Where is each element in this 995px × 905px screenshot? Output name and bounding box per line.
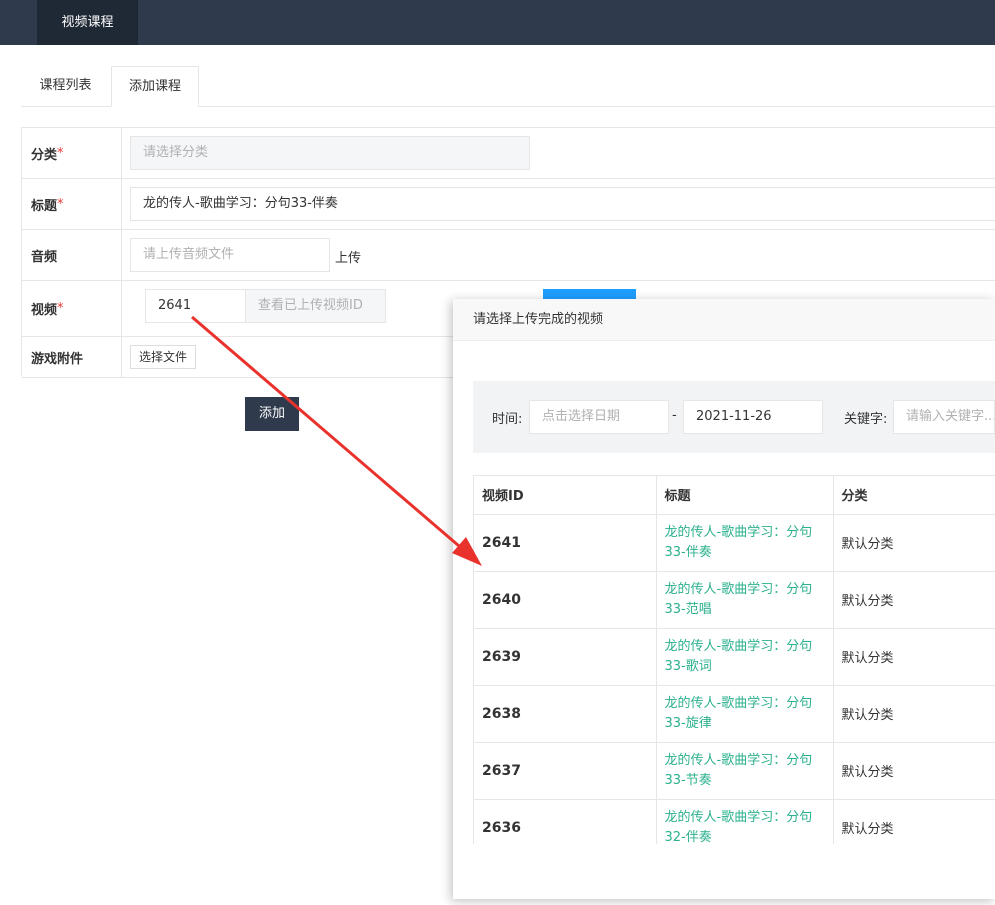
video-label: 视频 * bbox=[22, 281, 122, 336]
video-id-cell: 2636 bbox=[474, 799, 657, 844]
keyword-label: 关键字: bbox=[844, 412, 888, 427]
title-input[interactable]: 龙的传人-歌曲学习：分句33-伴奏 bbox=[130, 187, 995, 221]
video-category-cell: 默认分类 bbox=[833, 685, 995, 743]
video-title-link[interactable]: 龙的传人-歌曲学习：分句33-伴奏 bbox=[656, 514, 834, 572]
attachment-label: 游戏附件 bbox=[22, 337, 122, 377]
video-category-cell: 默认分类 bbox=[833, 628, 995, 686]
time-label: 时间: bbox=[492, 412, 523, 427]
start-date-input[interactable]: 点击选择日期 bbox=[529, 400, 669, 434]
video-id-cell: 2638 bbox=[474, 685, 657, 743]
table-row[interactable]: 2638 龙的传人-歌曲学习：分句33-旋律 默认分类 bbox=[474, 685, 995, 743]
video-category-cell: 默认分类 bbox=[833, 571, 995, 629]
video-title-link[interactable]: 龙的传人-歌曲学习：分句33-歌词 bbox=[656, 628, 834, 686]
top-navbar: 视频课程 bbox=[0, 0, 995, 45]
category-select[interactable]: 请选择分类 bbox=[130, 136, 530, 170]
video-category-cell: 默认分类 bbox=[833, 514, 995, 572]
table-row[interactable]: 2637 龙的传人-歌曲学习：分句33-节奏 默认分类 bbox=[474, 742, 995, 800]
choose-file-button[interactable]: 选择文件 bbox=[130, 345, 197, 369]
table-row[interactable]: 2636 龙的传人-歌曲学习：分句32-伴奏 默认分类 bbox=[474, 799, 995, 844]
modal-title: 请选择上传完成的视频 bbox=[453, 299, 995, 341]
video-title-link[interactable]: 龙的传人-歌曲学习：分句33-范唱 bbox=[656, 571, 834, 629]
video-category-cell: 默认分类 bbox=[833, 799, 995, 844]
view-uploaded-video-id-button[interactable]: 查看已上传视频ID bbox=[245, 289, 386, 323]
course-tabs: 课程列表 添加课程 bbox=[21, 66, 995, 107]
modal-filter-bar: 时间: 点击选择日期 - 2021-11-26 关键字: 请输入关键字... bbox=[473, 381, 995, 453]
audio-upload-link[interactable]: 上传 bbox=[335, 247, 361, 266]
video-title-link[interactable]: 龙的传人-歌曲学习：分句33-节奏 bbox=[656, 742, 834, 800]
column-header-video-id: 视频ID bbox=[474, 476, 657, 515]
video-id-cell: 2639 bbox=[474, 628, 657, 686]
end-date-input[interactable]: 2021-11-26 bbox=[683, 400, 823, 434]
column-header-category: 分类 bbox=[833, 476, 995, 515]
column-header-title: 标题 bbox=[656, 476, 834, 515]
table-header-row: 视频ID 标题 分类 bbox=[474, 476, 995, 515]
add-submit-button[interactable]: 添加 bbox=[245, 397, 299, 431]
video-id-cell: 2641 bbox=[474, 514, 657, 572]
audio-file-input[interactable]: 请上传音频文件 bbox=[130, 238, 330, 272]
tab-add-course[interactable]: 添加课程 bbox=[111, 66, 199, 107]
form-row-category: 分类 * 请选择分类 bbox=[22, 128, 995, 179]
table-row[interactable]: 2641 龙的传人-歌曲学习：分句33-伴奏 默认分类 bbox=[474, 514, 995, 572]
category-label: 分类 * bbox=[22, 128, 122, 178]
table-row[interactable]: 2640 龙的传人-歌曲学习：分句33-范唱 默认分类 bbox=[474, 571, 995, 629]
video-table: 视频ID 标题 分类 2641 龙的传人-歌曲学习：分句33-伴奏 默认分类 2… bbox=[473, 475, 995, 844]
keyword-input[interactable]: 请输入关键字... bbox=[893, 400, 995, 434]
video-id-input[interactable]: 2641 bbox=[145, 289, 246, 323]
table-row[interactable]: 2639 龙的传人-歌曲学习：分句33-歌词 默认分类 bbox=[474, 628, 995, 686]
form-row-audio: 音频 请上传音频文件 上传 bbox=[22, 230, 995, 281]
form-row-title: 标题 * 龙的传人-歌曲学习：分句33-伴奏 bbox=[22, 179, 995, 230]
date-separator: - bbox=[672, 408, 677, 423]
required-mark: * bbox=[57, 145, 64, 161]
video-title-link[interactable]: 龙的传人-歌曲学习：分句33-旋律 bbox=[656, 685, 834, 743]
required-mark: * bbox=[57, 301, 64, 316]
video-category-cell: 默认分类 bbox=[833, 742, 995, 800]
nav-tab-video-courses[interactable]: 视频课程 bbox=[37, 0, 138, 45]
video-id-cell: 2637 bbox=[474, 742, 657, 800]
video-id-cell: 2640 bbox=[474, 571, 657, 629]
audio-label: 音频 bbox=[22, 230, 122, 280]
video-title-link[interactable]: 龙的传人-歌曲学习：分句32-伴奏 bbox=[656, 799, 834, 844]
title-label: 标题 * bbox=[22, 179, 122, 229]
video-select-modal: 请选择上传完成的视频 时间: 点击选择日期 - 2021-11-26 关键字: … bbox=[453, 299, 995, 899]
tab-course-list[interactable]: 课程列表 bbox=[21, 66, 110, 107]
required-mark: * bbox=[57, 196, 64, 212]
